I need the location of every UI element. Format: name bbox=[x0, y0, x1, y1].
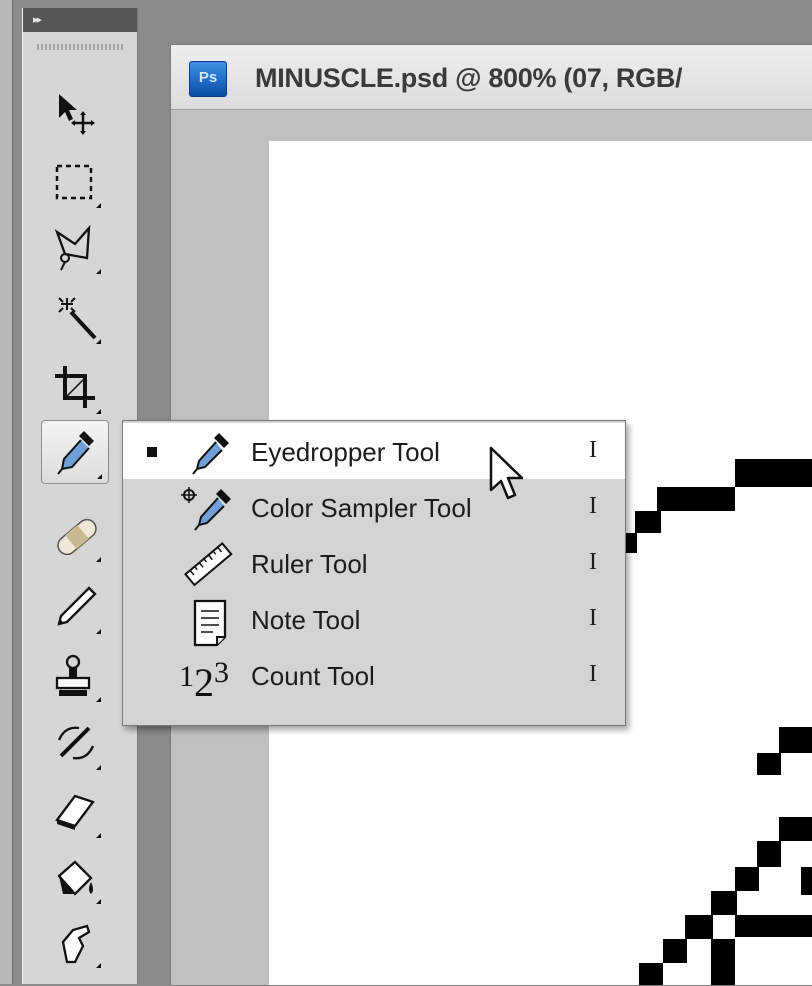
clone-stamp-tool-button[interactable] bbox=[43, 648, 107, 706]
mouse-pointer-icon bbox=[489, 446, 524, 500]
menu-item-count-tool[interactable]: 123 Count Tool I bbox=[123, 647, 625, 705]
menu-item-label: Ruler Tool bbox=[251, 549, 368, 579]
eyedropper-tool-button[interactable] bbox=[41, 420, 109, 484]
smudge-finger-icon bbox=[61, 924, 91, 964]
count-digit: 2 bbox=[194, 660, 214, 705]
document-tab[interactable]: Ps MINUSCLE.psd @ 800% (07, RGB/ bbox=[171, 45, 812, 110]
menu-item-label: Color Sampler Tool bbox=[251, 493, 472, 523]
rect-marquee-icon bbox=[55, 164, 93, 200]
pixel-block bbox=[635, 511, 661, 533]
eyedropper-icon bbox=[192, 433, 229, 475]
history-brush-icon bbox=[57, 726, 95, 760]
pixel-block bbox=[757, 841, 781, 867]
document-title: MINUSCLE.psd @ 800% (07, RGB/ bbox=[255, 63, 683, 93]
count-digit: 3 bbox=[214, 656, 229, 689]
pixel-block bbox=[779, 727, 812, 753]
panel-grip[interactable] bbox=[37, 44, 123, 50]
magic-wand-tool-button[interactable] bbox=[43, 290, 107, 348]
marquee-tool-button[interactable] bbox=[43, 154, 107, 212]
menu-item-label: Eyedropper Tool bbox=[251, 437, 440, 467]
pencil-icon bbox=[57, 586, 97, 626]
count-digit: 1 bbox=[179, 660, 194, 693]
tools-panel-header: ▸▸ bbox=[23, 8, 137, 32]
note-icon bbox=[193, 599, 227, 647]
tools-panel: ▸▸ bbox=[22, 8, 138, 984]
pixel-block bbox=[663, 939, 687, 963]
photoshop-icon: Ps bbox=[189, 61, 227, 97]
pixel-block bbox=[711, 939, 735, 985]
menu-item-label: Note Tool bbox=[251, 605, 361, 635]
color-sampler-icon bbox=[181, 487, 231, 531]
menu-item-color-sampler-tool[interactable]: Color Sampler Tool I bbox=[123, 479, 625, 535]
menu-item-shortcut: I bbox=[589, 549, 597, 575]
pixel-block bbox=[735, 915, 812, 937]
ruler-icon bbox=[184, 542, 233, 587]
pixel-block bbox=[639, 963, 663, 985]
menu-item-shortcut: I bbox=[589, 605, 597, 631]
brush-tool-button[interactable] bbox=[43, 580, 107, 638]
tool-flyout-menu: Eyedropper Tool I Color Sampler Tool I R… bbox=[122, 420, 626, 726]
eraser-tool-button[interactable] bbox=[43, 784, 107, 842]
history-brush-tool-button[interactable] bbox=[43, 716, 107, 774]
menu-item-eyedropper-tool[interactable]: Eyedropper Tool I bbox=[123, 423, 625, 479]
workspace-edge bbox=[0, 0, 13, 984]
pixel-block bbox=[779, 817, 812, 841]
pixel-block bbox=[735, 459, 812, 487]
menu-item-ruler-tool[interactable]: Ruler Tool I bbox=[123, 535, 625, 591]
menu-item-label: Count Tool bbox=[251, 661, 375, 691]
lasso-tool-button[interactable] bbox=[43, 220, 107, 278]
collapse-panel-icon[interactable]: ▸▸ bbox=[33, 8, 42, 32]
smudge-tool-button[interactable] bbox=[43, 914, 107, 972]
move-icon bbox=[59, 94, 95, 135]
stamp-icon bbox=[55, 654, 91, 696]
eyedropper-icon bbox=[57, 431, 94, 475]
menu-item-shortcut: I bbox=[589, 493, 597, 519]
pixel-block bbox=[685, 915, 713, 939]
pixel-block bbox=[757, 753, 781, 775]
pixel-block bbox=[735, 867, 759, 891]
crop-tool-button[interactable] bbox=[43, 360, 107, 418]
crop-icon bbox=[55, 366, 95, 408]
pixel-block bbox=[711, 891, 737, 915]
menu-item-shortcut: I bbox=[589, 437, 597, 463]
magic-wand-icon bbox=[58, 297, 97, 340]
selected-tool-indicator bbox=[147, 447, 157, 457]
pixel-block bbox=[657, 487, 735, 511]
pixel-block bbox=[801, 867, 812, 895]
paint-bucket-tool-button[interactable] bbox=[43, 850, 107, 908]
eraser-icon bbox=[55, 794, 95, 830]
move-tool-button[interactable] bbox=[43, 84, 107, 142]
menu-item-shortcut: I bbox=[589, 661, 597, 687]
polygonal-lasso-icon bbox=[54, 224, 91, 271]
count-icon: 123 bbox=[179, 651, 229, 705]
menu-item-note-tool[interactable]: Note Tool I bbox=[123, 591, 625, 647]
bandage-icon bbox=[57, 518, 97, 556]
healing-brush-tool-button[interactable] bbox=[43, 508, 107, 566]
bucket-icon bbox=[57, 860, 93, 896]
